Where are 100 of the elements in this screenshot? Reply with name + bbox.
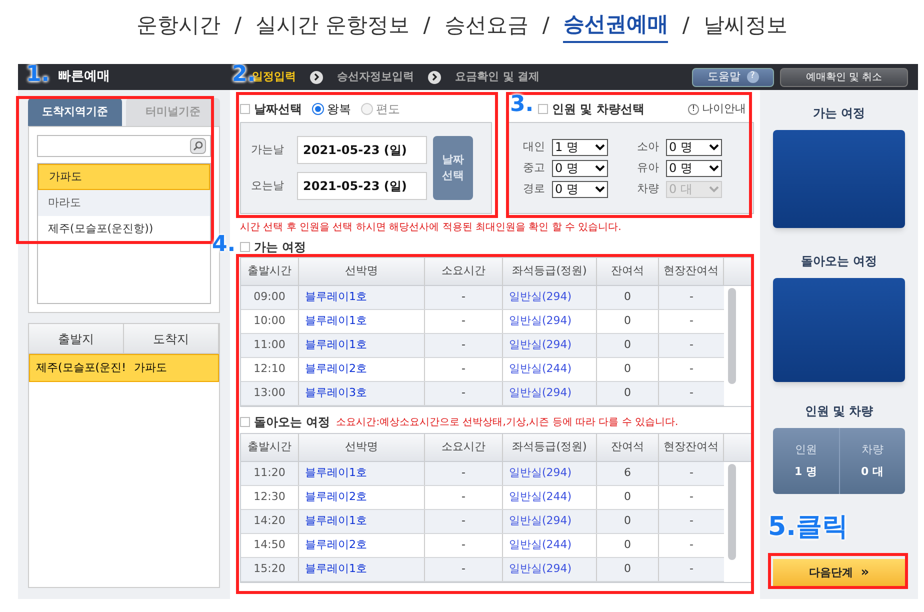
search-icon[interactable] <box>190 138 206 154</box>
column-header: 잔여석 <box>597 258 659 285</box>
seat-class-link[interactable]: 일반실(294) <box>509 465 572 482</box>
passenger-label: 대인 <box>523 138 546 155</box>
column-header: 현장잔여석 <box>659 434 724 461</box>
nav-separator: / <box>542 12 550 40</box>
age-info-link[interactable]: 나이안내 <box>702 100 746 118</box>
nav-link[interactable]: 승선요금 <box>444 10 528 42</box>
ship-link[interactable]: 블루레이1호 <box>305 337 367 354</box>
column-header: 도착지 <box>124 324 219 353</box>
schedule-row[interactable]: 10:00 블루레이1호 - 일반실(294) 0 - <box>241 310 724 334</box>
nav-link[interactable]: 실시간 운항정보 <box>256 10 410 42</box>
scrollbar[interactable] <box>728 288 736 384</box>
date-field[interactable]: 2021-05-23 (일) <box>297 172 427 200</box>
schedule-row[interactable]: 11:20 블루레이1호 - 일반실(294) 6 - <box>241 462 724 486</box>
remaining-seats-cell: 0 <box>597 334 659 357</box>
schedule-row[interactable]: 14:20 블루레이1호 - 일반실(294) 0 - <box>241 510 724 534</box>
ship-link[interactable]: 블루레이2호 <box>305 361 367 378</box>
schedule-row[interactable]: 13:00 블루레이3호 - 일반실(294) 0 - <box>241 382 724 406</box>
header-title: 빠른예매 <box>58 68 110 86</box>
nav-link[interactable]: 승선권예매 <box>563 9 668 43</box>
seat-class-link[interactable]: 일반실(294) <box>509 289 572 306</box>
next-step-button[interactable]: 다음단계 » <box>773 559 905 587</box>
count-value: 0 대 <box>861 464 884 480</box>
search-field[interactable] <box>37 135 211 157</box>
time-cell: 13:00 <box>241 382 299 405</box>
passenger-label: 중고 <box>523 160 546 176</box>
ship-link[interactable]: 블루레이2호 <box>305 489 367 506</box>
seat-class-link[interactable]: 일반실(294) <box>509 513 572 530</box>
schedule-row[interactable]: 12:30 블루레이2호 - 일반실(244) 0 - <box>241 486 724 510</box>
bullet-icon <box>240 104 250 114</box>
ship-link[interactable]: 블루레이1호 <box>305 465 367 482</box>
seat-class-link[interactable]: 일반실(294) <box>509 313 572 330</box>
trip-type-radio[interactable]: 편도 <box>361 100 400 118</box>
seat-class-link[interactable]: 일반실(294) <box>509 561 572 578</box>
destination-item[interactable]: 마라도 <box>38 190 210 216</box>
onsite-seats-cell-text: - <box>688 513 694 530</box>
ship-link[interactable]: 블루레이1호 <box>305 289 367 306</box>
passenger-label: 차량 <box>637 180 660 197</box>
help-button[interactable]: 도움말 ? <box>692 68 774 86</box>
ship-link[interactable]: 블루레이1호 <box>305 313 367 330</box>
seat-class-link[interactable]: 일반실(244) <box>509 489 572 506</box>
seat-class-link[interactable]: 일반실(294) <box>509 337 572 354</box>
passenger-label: 유아 <box>637 160 660 176</box>
notice-text: 소요시간:예상소요시간으로 선박상태,기상,시즌 등에 따라 다를 수 있습니다. <box>336 416 678 430</box>
schedule-row[interactable]: 15:20 블루레이1호 - 일반실(294) 0 - <box>241 558 724 582</box>
count-select[interactable]: 0 명 <box>666 160 722 176</box>
onsite-seats-cell-text: - <box>688 489 694 506</box>
onsite-seats-cell-text: - <box>688 361 694 378</box>
ship-link[interactable]: 블루레이2호 <box>305 537 367 554</box>
info-icon: ! <box>688 104 699 114</box>
count-select[interactable]: 0 명 <box>552 180 608 198</box>
arrival-cell-text: 가파도 <box>134 360 167 376</box>
date-field[interactable]: 2021-05-23 (일) <box>297 136 427 164</box>
destination-item[interactable]: 가파도 <box>38 164 210 190</box>
chevron-down-icon <box>709 164 719 172</box>
passenger-label: 소아 <box>637 138 660 155</box>
radio-icon[interactable] <box>312 103 324 115</box>
onsite-seats-cell-text: - <box>688 561 694 578</box>
departure-cell-text: 제주(모슬포(운진! <box>36 360 126 376</box>
bullet-icon <box>240 242 250 252</box>
duration-cell: - <box>425 310 503 333</box>
trip-type-radio[interactable]: 왕복 <box>312 100 351 118</box>
duration-cell: - <box>425 462 503 485</box>
radio-icon[interactable] <box>361 103 373 115</box>
nav-link[interactable]: 운항시간 <box>136 10 220 42</box>
remaining-seats-cell: 0 <box>597 510 659 533</box>
ship-link[interactable]: 블루레이1호 <box>305 561 367 578</box>
date-label: 오는날 <box>251 178 285 194</box>
column-header: 소요시간 <box>425 434 503 461</box>
schedule-row[interactable]: 14:50 블루레이2호 - 일반실(244) 0 - <box>241 534 724 558</box>
seat-class-link[interactable]: 일반실(244) <box>509 537 572 554</box>
time-cell: 15:20 <box>241 558 299 581</box>
column-header: 좌석등급(정원) <box>503 434 597 461</box>
seat-class-link[interactable]: 일반실(294) <box>509 385 572 402</box>
remaining-seats-cell: 0 <box>597 310 659 333</box>
double-chevron-icon: » <box>860 563 870 583</box>
time-cell: 11:00 <box>241 334 299 357</box>
booking-check-button[interactable]: 예매확인 및 취소 <box>780 68 908 86</box>
time-cell: 11:20 <box>241 462 299 485</box>
route-row[interactable]: 제주(모슬포(운진! 가파도 <box>29 354 219 382</box>
schedule-row[interactable]: 09:00 블루레이1호 - 일반실(294) 0 - <box>241 286 724 310</box>
step-annotation: 1. <box>26 62 50 88</box>
tab[interactable]: 도착지역기준 <box>28 98 122 126</box>
count-select[interactable]: 0 명 <box>552 160 608 176</box>
count-select[interactable]: 0 명 <box>666 138 722 156</box>
count-select[interactable]: 1 명 <box>552 138 608 156</box>
ship-link[interactable]: 블루레이3호 <box>305 385 367 402</box>
help-icon: ? <box>746 71 758 83</box>
nav-link[interactable]: 날씨정보 <box>704 10 788 42</box>
count-label: 인원 <box>794 442 817 458</box>
schedule-row[interactable]: 12:10 블루레이2호 - 일반실(244) 0 - <box>241 358 724 382</box>
remaining-seats-cell: 0 <box>597 534 659 557</box>
step-label: 요금확인 및 결제 <box>455 68 540 85</box>
schedule-row[interactable]: 11:00 블루레이1호 - 일반실(294) 0 - <box>241 334 724 358</box>
scrollbar[interactable] <box>728 464 736 560</box>
count-value: 1 명 <box>794 464 817 480</box>
section-title: 돌아오는 여정 <box>254 414 330 431</box>
seat-class-link[interactable]: 일반실(244) <box>509 361 572 378</box>
ship-link[interactable]: 블루레이1호 <box>305 513 367 530</box>
